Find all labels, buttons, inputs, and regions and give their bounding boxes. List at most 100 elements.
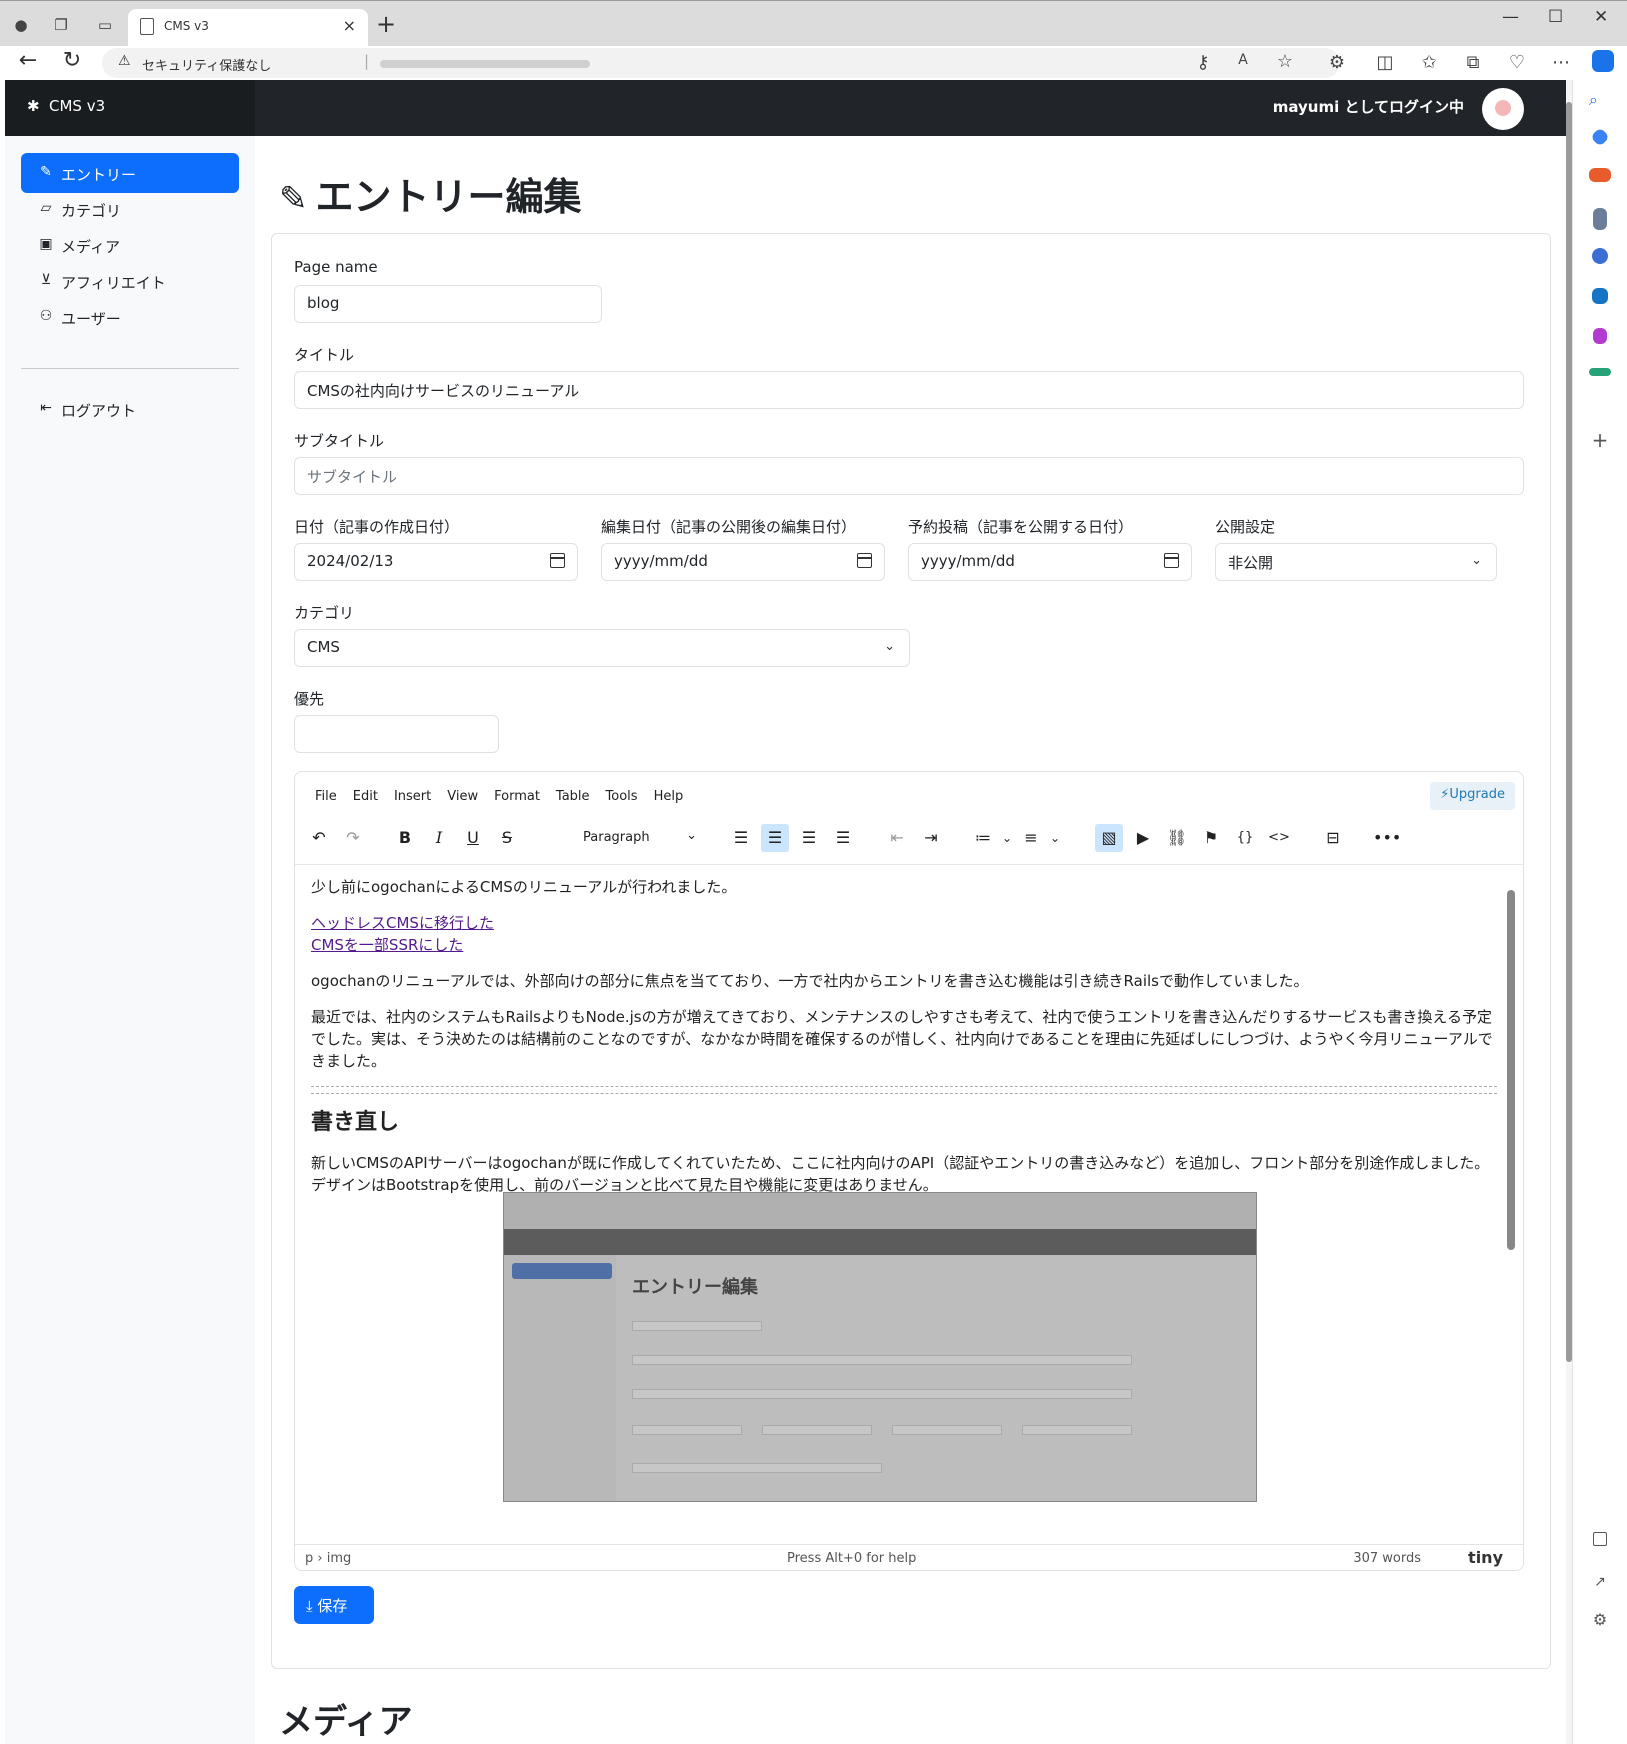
menu-edit[interactable]: Edit [353,789,378,804]
embedded-screenshot-image[interactable]: エントリー編集 [503,1192,1257,1502]
insert-image-icon[interactable]: ▧ [1095,824,1123,852]
performance-icon[interactable]: ♡ [1506,52,1528,73]
menu-file[interactable]: File [315,789,337,804]
element-path[interactable]: p › img [305,1551,351,1566]
back-icon[interactable]: ← [14,48,42,73]
sidebar-item-users[interactable]: ⚇ ユーザー [21,297,239,337]
read-aloud-icon[interactable]: A [1232,52,1254,68]
outlook-icon[interactable] [1592,288,1608,304]
sidebar-item-category[interactable]: ▱ カテゴリ [21,189,239,229]
redo-icon[interactable]: ↷ [339,824,367,852]
new-tab-button[interactable]: + [376,10,396,38]
more-menu-icon[interactable]: ⋯ [1550,52,1572,73]
designer-icon[interactable] [1593,328,1607,344]
menu-help[interactable]: Help [654,789,684,804]
sidebar-item-affiliate[interactable]: ⊻ アフィリエイト [21,261,239,301]
menu-view[interactable]: View [447,789,478,804]
undo-icon[interactable]: ↶ [305,824,333,852]
upgrade-button[interactable]: ⚡Upgrade [1430,782,1515,810]
priority-input[interactable] [294,715,499,753]
tools-icon[interactable] [1589,168,1611,182]
more-tools-icon[interactable]: ••• [1373,824,1401,852]
calendar-icon[interactable] [1164,553,1179,568]
source-code-icon[interactable]: <> [1265,824,1293,852]
menu-table[interactable]: Table [556,789,590,804]
page-scrollbar[interactable] [1566,80,1572,1744]
browser-sidebar: ⌕ + ↗ ⚙ [1572,80,1627,1744]
chevron-down-icon[interactable]: ⌄ [1041,824,1069,852]
workspaces-icon[interactable]: ❐ [50,14,72,36]
favorites-icon[interactable]: ✩ [1418,52,1440,73]
title-input[interactable]: CMSの社内向けサービスのリニューアル [294,371,1524,409]
add-icon[interactable]: + [1589,428,1611,452]
url-field[interactable]: ⚠ セキュリティ保護なし | ⚷ A ☆ [102,48,1340,78]
visibility-select[interactable]: 非公開 ⌄ [1215,543,1497,581]
brand-link[interactable]: ✱ CMS v3 [27,97,105,115]
close-tab-icon[interactable]: × [343,16,356,35]
sidebar-toggle-icon[interactable] [1593,1532,1607,1546]
outdent-icon[interactable]: ⇤ [883,824,911,852]
save-button[interactable]: ⤓ 保存 [294,1586,374,1624]
menu-tools[interactable]: Tools [606,789,638,804]
shopping-tag-icon[interactable] [1590,127,1610,147]
copilot-icon[interactable] [1592,50,1614,72]
content-link[interactable]: ヘッドレスCMSに移行した [311,914,494,932]
folder-icon: ▱ [40,200,52,216]
strikethrough-icon[interactable]: S [493,824,521,852]
favorite-star-icon[interactable]: ☆ [1274,51,1296,72]
profile-icon[interactable]: ● [10,14,32,36]
sidebar-item-entry[interactable]: ✎ エントリー [21,153,239,193]
block-format-select[interactable]: Paragraph ⌄ [573,825,703,851]
media-section-heading: メディア [279,1702,413,1742]
search-icon[interactable]: ⌕ [1589,90,1611,112]
calendar-icon[interactable] [550,553,565,568]
category-select[interactable]: CMS ⌄ [294,629,910,667]
calendar-icon[interactable] [857,553,872,568]
menu-insert[interactable]: Insert [394,789,431,804]
external-link-icon[interactable]: ↗ [1589,1574,1611,1596]
menu-format[interactable]: Format [494,789,540,804]
browser-tab[interactable]: CMS v3 × [128,9,368,47]
settings-gear-icon[interactable]: ⚙ [1589,1610,1611,1632]
page-name-input[interactable]: blog [294,285,602,323]
editor-scrollbar-thumb[interactable] [1507,890,1515,1250]
sidebar-item-logout[interactable]: ⇤ ログアウト [21,389,239,429]
collections-icon[interactable]: ⧉ [1462,52,1484,73]
sidebar-item-media[interactable]: ▣ メディア [21,225,239,265]
page-scrollbar-thumb[interactable] [1566,102,1572,1362]
align-center-icon[interactable]: ☰ [761,824,789,852]
content-paragraph: 少し前にogochanによるCMSのリニューアルが行われました。 [311,878,737,896]
date-input[interactable]: 2024/02/13 [294,543,578,581]
indent-icon[interactable]: ⇥ [917,824,945,852]
extensions-icon[interactable]: ⚙ [1326,52,1348,73]
underline-icon[interactable]: U [459,824,487,852]
insert-media-icon[interactable]: ▶ [1129,824,1157,852]
word-count[interactable]: 307 words [1353,1551,1421,1566]
link-icon[interactable]: ⛓ [1163,824,1191,852]
content-link[interactable]: CMSを一部SSRにした [311,936,463,954]
bookmark-icon[interactable]: ⚑ [1197,824,1225,852]
bold-icon[interactable]: B [391,824,419,852]
split-screen-icon[interactable]: ◫ [1374,52,1396,73]
reload-icon[interactable]: ↻ [58,48,86,73]
minimize-button[interactable]: — [1502,7,1519,27]
tab-actions-icon[interactable]: ▭ [94,14,116,36]
drop-icon[interactable] [1589,368,1611,376]
maximize-button[interactable]: ☐ [1548,7,1563,27]
code-sample-icon[interactable]: {} [1231,824,1259,852]
page-break-icon[interactable]: ⊟ [1319,824,1347,852]
avatar[interactable] [1482,88,1524,130]
key-icon[interactable]: ⚷ [1192,52,1214,73]
close-window-button[interactable]: ✕ [1594,7,1608,27]
italic-icon[interactable]: I [425,824,453,852]
m365-icon[interactable] [1592,248,1608,264]
subtitle-input[interactable]: サブタイトル [294,457,1524,495]
align-left-icon[interactable]: ☰ [727,824,755,852]
edit-date-input[interactable]: yyyy/mm/dd [601,543,885,581]
editor-scrollbar[interactable] [1507,876,1515,1536]
games-icon[interactable] [1593,208,1607,230]
align-justify-icon[interactable]: ☰ [829,824,857,852]
scheduled-input[interactable]: yyyy/mm/dd [908,543,1192,581]
tiny-logo[interactable]: tiny [1468,1548,1503,1567]
align-right-icon[interactable]: ☰ [795,824,823,852]
